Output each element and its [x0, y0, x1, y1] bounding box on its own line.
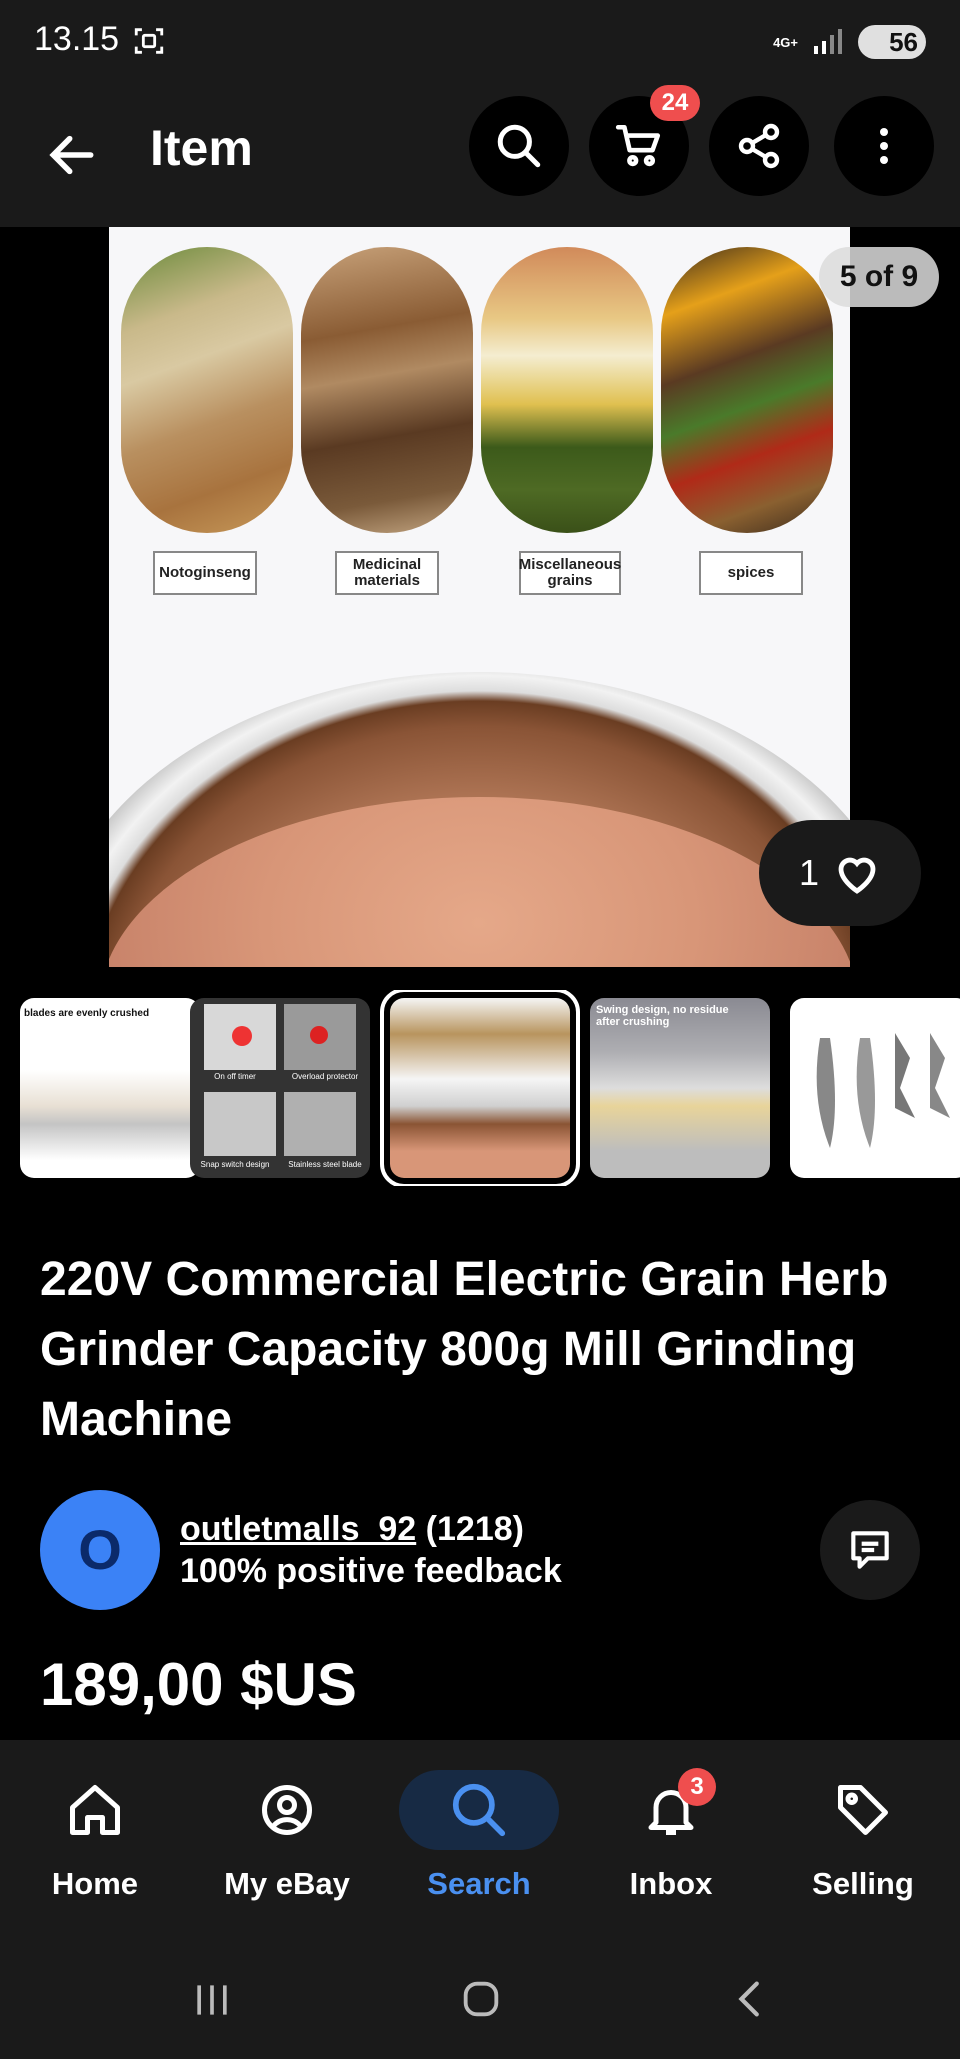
nav-search-label: Search — [427, 1866, 531, 1901]
system-navigation-bar — [0, 1940, 960, 2059]
image-label-notoginseng: Notoginseng — [153, 551, 257, 595]
share-button[interactable] — [709, 96, 809, 196]
product-price: 189,00 $US — [40, 1651, 357, 1718]
cart-icon — [615, 124, 661, 167]
back-arrow-icon[interactable] — [44, 127, 100, 183]
network-indicator: 4G+ — [773, 34, 798, 50]
signal-icon — [814, 29, 842, 54]
app-bar: Item — [0, 85, 960, 227]
thumbnail-4-caption: Swing design, no residue after crushing — [596, 1004, 729, 1028]
status-bar: 13.15 4G+ 56 — [0, 0, 960, 85]
like-count: 1 — [798, 852, 820, 893]
thumbnail-strip[interactable]: blades are evenly crushed On off timer O… — [0, 990, 960, 1186]
status-time: 13.15 — [34, 20, 120, 58]
message-seller-button[interactable] — [820, 1500, 920, 1600]
battery-level: 56 — [889, 26, 918, 57]
screenshot-icon — [134, 28, 164, 54]
battery-indicator: 56 — [858, 25, 926, 59]
thumbnail-2-caption-a: On off timer — [214, 1072, 256, 1081]
inbox-count-badge: 3 — [678, 1768, 716, 1806]
nav-selling-label: Selling — [812, 1866, 914, 1901]
product-main-image[interactable]: Notoginseng Medicinal materials Miscella… — [109, 227, 850, 967]
notoginseng-image — [121, 247, 293, 533]
thumbnail-2-caption-d: Stainless steel blade — [288, 1160, 362, 1169]
chat-icon — [851, 1531, 889, 1569]
thumbnail-1-caption: blades are evenly crushed — [24, 1008, 150, 1019]
image-label-medicinal: Medicinal materials — [335, 551, 439, 595]
miscellaneous-grains-image — [481, 247, 653, 533]
nav-my-ebay[interactable]: My eBay — [192, 1770, 382, 1902]
search-nav-icon — [452, 1783, 506, 1837]
nav-search[interactable]: Search — [384, 1770, 574, 1902]
home-system-icon[interactable] — [458, 1976, 504, 2022]
home-icon — [70, 1785, 120, 1835]
medicinal-materials-image — [301, 247, 473, 533]
nav-my-ebay-label: My eBay — [224, 1866, 350, 1901]
more-options-button[interactable] — [834, 96, 934, 196]
product-title: 220V Commercial Electric Grain Herb Grin… — [40, 1253, 889, 1446]
recent-apps-icon[interactable] — [190, 1978, 234, 2022]
nav-selling[interactable]: Selling — [768, 1770, 958, 1902]
thumbnail-5-selected[interactable] — [380, 990, 580, 1186]
thumbnail-4[interactable]: Swing design, no residue after crushing — [590, 998, 770, 1178]
cart-count-badge: 24 — [650, 85, 700, 121]
heart-icon — [838, 857, 876, 894]
seller-feedback-percent: 100% positive feedback — [180, 1552, 562, 1590]
image-label-grains: Miscellaneous grains — [519, 551, 621, 595]
more-vertical-icon — [880, 128, 888, 164]
blade-image — [816, 1033, 950, 1148]
nav-home[interactable]: Home — [0, 1770, 190, 1902]
thumbnail-2-caption-b: Overload protector — [291, 1072, 359, 1081]
page-title: Item — [150, 120, 253, 176]
spices-image — [661, 247, 833, 533]
thumbnail-2[interactable]: On off timer Overload protector Snap swi… — [190, 998, 370, 1178]
nav-inbox-label: Inbox — [629, 1866, 713, 1901]
profile-icon — [262, 1785, 312, 1835]
tag-icon — [838, 1785, 888, 1835]
image-label-spices: spices — [699, 551, 803, 595]
seller-avatar[interactable]: O — [40, 1490, 160, 1610]
bottom-navigation: Home My eBay Search 3 Inbox Selling — [0, 1740, 960, 1940]
seller-name-link[interactable]: outletmalls_92 — [180, 1510, 416, 1548]
image-counter: 5 of 9 — [819, 247, 939, 307]
thumbnail-6[interactable] — [790, 998, 960, 1178]
thumbnail-1[interactable]: blades are evenly crushed — [20, 998, 200, 1178]
seller-info: outletmalls_92 (1218) 100% positive feed… — [180, 1508, 562, 1592]
share-icon — [738, 123, 780, 169]
search-button[interactable] — [469, 96, 569, 196]
nav-home-label: Home — [51, 1866, 139, 1901]
seller-feedback-count: (1218) — [425, 1510, 524, 1548]
back-system-icon[interactable] — [728, 1976, 774, 2022]
nav-inbox[interactable]: 3 Inbox — [576, 1768, 766, 1902]
search-icon — [497, 124, 541, 168]
thumbnail-2-caption-c: Snap switch design — [200, 1160, 270, 1169]
like-button[interactable]: 1 — [759, 820, 921, 926]
